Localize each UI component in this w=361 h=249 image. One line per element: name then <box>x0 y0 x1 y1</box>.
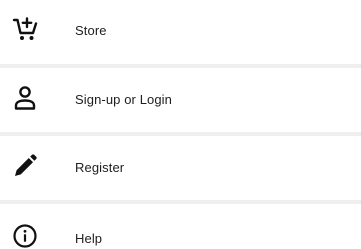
info-icon <box>13 224 37 248</box>
menu-item-label: Sign-up or Login <box>75 92 172 107</box>
menu-item-register[interactable]: Register <box>0 137 361 197</box>
menu-item-store[interactable]: Store <box>0 0 361 60</box>
menu-item-sign-up-login[interactable]: Sign-up or Login <box>0 69 361 129</box>
menu-item-label: Register <box>75 160 125 175</box>
pencil-icon <box>15 154 37 176</box>
menu-item-help[interactable]: Help <box>0 205 361 248</box>
navigation-menu: Store Sign-up or Login Register Help <box>0 0 361 248</box>
divider <box>0 64 361 68</box>
divider <box>0 132 361 136</box>
divider <box>0 200 361 204</box>
menu-item-label: Store <box>75 23 107 38</box>
person-icon <box>14 86 36 110</box>
cart-plus-icon <box>12 17 38 40</box>
